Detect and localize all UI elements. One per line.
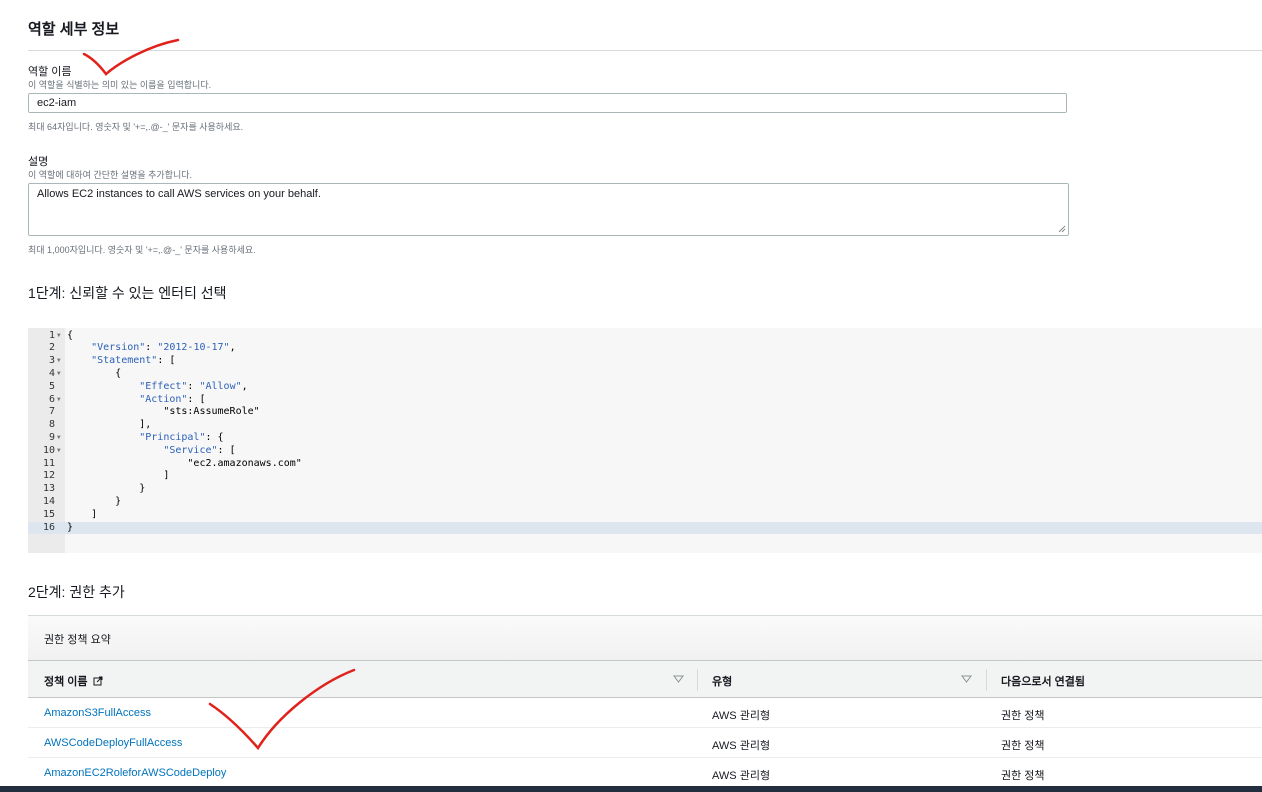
code-text: "Principal": { (139, 431, 224, 443)
policy-type: AWS 관리형 (712, 740, 771, 752)
line-number: 7 (48, 406, 55, 418)
fold-arrow-icon[interactable]: ▼ (57, 355, 61, 368)
policy-attached-as: 권한 정책 (1001, 710, 1045, 722)
table-row: AmazonS3FullAccess AWS 관리형 권한 정책 (28, 698, 1262, 728)
code-line[interactable]: 10 ▼ "Service": [ (28, 445, 1262, 458)
code-text: } (67, 495, 122, 507)
code-line[interactable]: 15 ] (28, 509, 1262, 522)
step2-title: 2단계: 권한 추가 (28, 584, 125, 600)
line-number: 6 (48, 393, 55, 405)
code-text: "ec2.amazonaws.com" (67, 457, 302, 469)
code-text: "Service": [ (163, 444, 236, 456)
role-name-hint: 최대 64자입니다. 영숫자 및 '+=,.@-_' 문자를 사용하세요. (28, 122, 244, 132)
code-text: "sts:AssumeRole" (67, 406, 260, 418)
line-number: 16 (42, 521, 55, 533)
code-line[interactable]: 4 ▼ { (28, 368, 1262, 381)
fold-arrow-icon[interactable]: ▼ (57, 330, 61, 343)
column-divider (697, 669, 698, 691)
trust-policy-editor[interactable]: 1 ▼{2 "Version": "2012-10-17", 3 ▼ "Stateme… (28, 328, 1262, 553)
code-line[interactable]: 13 } (28, 483, 1262, 496)
fold-arrow-icon[interactable]: ▼ (57, 432, 61, 445)
code-text: "Statement": [ (91, 355, 176, 367)
code-line[interactable]: 7 "sts:AssumeRole" (28, 406, 1262, 419)
table-row: AmazonEC2RoleforAWSCodeDeploy AWS 관리형 권한… (28, 758, 1262, 788)
line-number: 9 (48, 431, 55, 443)
column-header-type[interactable]: 유형 (712, 673, 732, 689)
code-text: { (67, 329, 74, 341)
policy-attached-as: 권한 정책 (1001, 740, 1045, 752)
description-label: 설명 (28, 156, 49, 168)
line-number: 11 (42, 457, 55, 469)
code-text: { (67, 367, 122, 379)
column-header-policy-name-label: 정책 이름 (44, 676, 88, 688)
code-text: ] (67, 508, 98, 520)
line-number: 14 (42, 495, 55, 507)
bottom-bar (0, 786, 1262, 792)
code-text: ], (67, 419, 152, 431)
code-line[interactable]: 5 "Effect": "Allow", (28, 381, 1262, 394)
fold-arrow-icon[interactable]: ▼ (57, 368, 61, 381)
resize-handle-icon[interactable] (1058, 225, 1066, 233)
code-line[interactable]: 14 } (28, 496, 1262, 509)
policy-link[interactable]: AWSCodeDeployFullAccess (44, 737, 182, 749)
role-name-description: 이 역할을 식별하는 의미 있는 이름을 입력합니다. (28, 80, 212, 90)
code-text: } (67, 483, 146, 495)
policy-attached-as: 권한 정책 (1001, 770, 1045, 782)
annotation-checkmark (82, 38, 180, 76)
external-link-icon (93, 676, 103, 686)
role-name-input[interactable]: ec2-iam (28, 93, 1067, 113)
divider (28, 50, 1262, 51)
code-line[interactable]: 11 "ec2.amazonaws.com" (28, 458, 1262, 471)
code-line[interactable]: 9 ▼ "Principal": { (28, 432, 1262, 445)
column-divider (986, 669, 987, 691)
table-header: 정책 이름 유형 다음으로서 연결됨 (28, 660, 1262, 698)
permissions-summary-title: 권한 정책 요약 (44, 634, 111, 646)
column-header-attached-as[interactable]: 다음으로서 연결됨 (1001, 673, 1085, 689)
policy-type: AWS 관리형 (712, 710, 771, 722)
fold-arrow-icon[interactable]: ▼ (57, 445, 61, 458)
table-row: AWSCodeDeployFullAccess AWS 관리형 권한 정책 (28, 728, 1262, 758)
code-line[interactable]: 8 ], (28, 419, 1262, 432)
sort-down-icon[interactable] (961, 675, 972, 683)
role-name-label: 역할 이름 (28, 66, 72, 78)
code-text: "Action": [ (139, 393, 206, 405)
code-line[interactable]: 12 ] (28, 470, 1262, 483)
code-line[interactable]: 16} (28, 521, 1262, 535)
code-text: } (67, 521, 74, 533)
line-number: 8 (48, 419, 55, 431)
line-number: 13 (42, 483, 55, 495)
permissions-summary-header: 권한 정책 요약 (28, 615, 1262, 660)
code-text: "Version": "2012-10-17", (91, 342, 236, 354)
code-text: "Effect": "Allow", (139, 380, 248, 392)
sort-down-icon[interactable] (673, 675, 684, 683)
step1-title: 1단계: 신뢰할 수 있는 엔터티 선택 (28, 285, 227, 301)
policy-link[interactable]: AmazonS3FullAccess (44, 707, 151, 719)
policy-type: AWS 관리형 (712, 770, 771, 782)
line-number: 5 (48, 380, 55, 392)
line-number: 4 (48, 367, 55, 379)
fold-arrow-icon[interactable]: ▼ (57, 394, 61, 407)
line-number: 12 (42, 470, 55, 482)
line-number: 1 (48, 329, 55, 341)
section-title-role-details: 역할 세부 정보 (28, 21, 120, 38)
description-textarea[interactable]: Allows EC2 instances to call AWS service… (28, 183, 1069, 236)
line-number: 3 (48, 355, 55, 367)
code-text: ] (67, 470, 170, 482)
column-header-policy-name[interactable]: 정책 이름 (44, 673, 103, 689)
description-hint: 최대 1,000자입니다. 영숫자 및 '+=,.@-_' 문자를 사용하세요. (28, 245, 256, 255)
code-line[interactable]: 6 ▼ "Action": [ (28, 394, 1262, 407)
policy-link[interactable]: AmazonEC2RoleforAWSCodeDeploy (44, 767, 226, 779)
code-line[interactable]: 2 "Version": "2012-10-17", (28, 342, 1262, 355)
description-description: 이 역할에 대하여 간단한 설명을 추가합니다. (28, 170, 193, 180)
code-line[interactable]: 1 ▼ { (28, 330, 1262, 343)
line-number: 15 (42, 508, 55, 520)
line-number: 2 (48, 342, 55, 354)
line-number: 10 (42, 444, 55, 456)
code-line[interactable]: 3 ▼ "Statement": [ (28, 355, 1262, 368)
description-text: Allows EC2 instances to call AWS service… (37, 188, 321, 200)
